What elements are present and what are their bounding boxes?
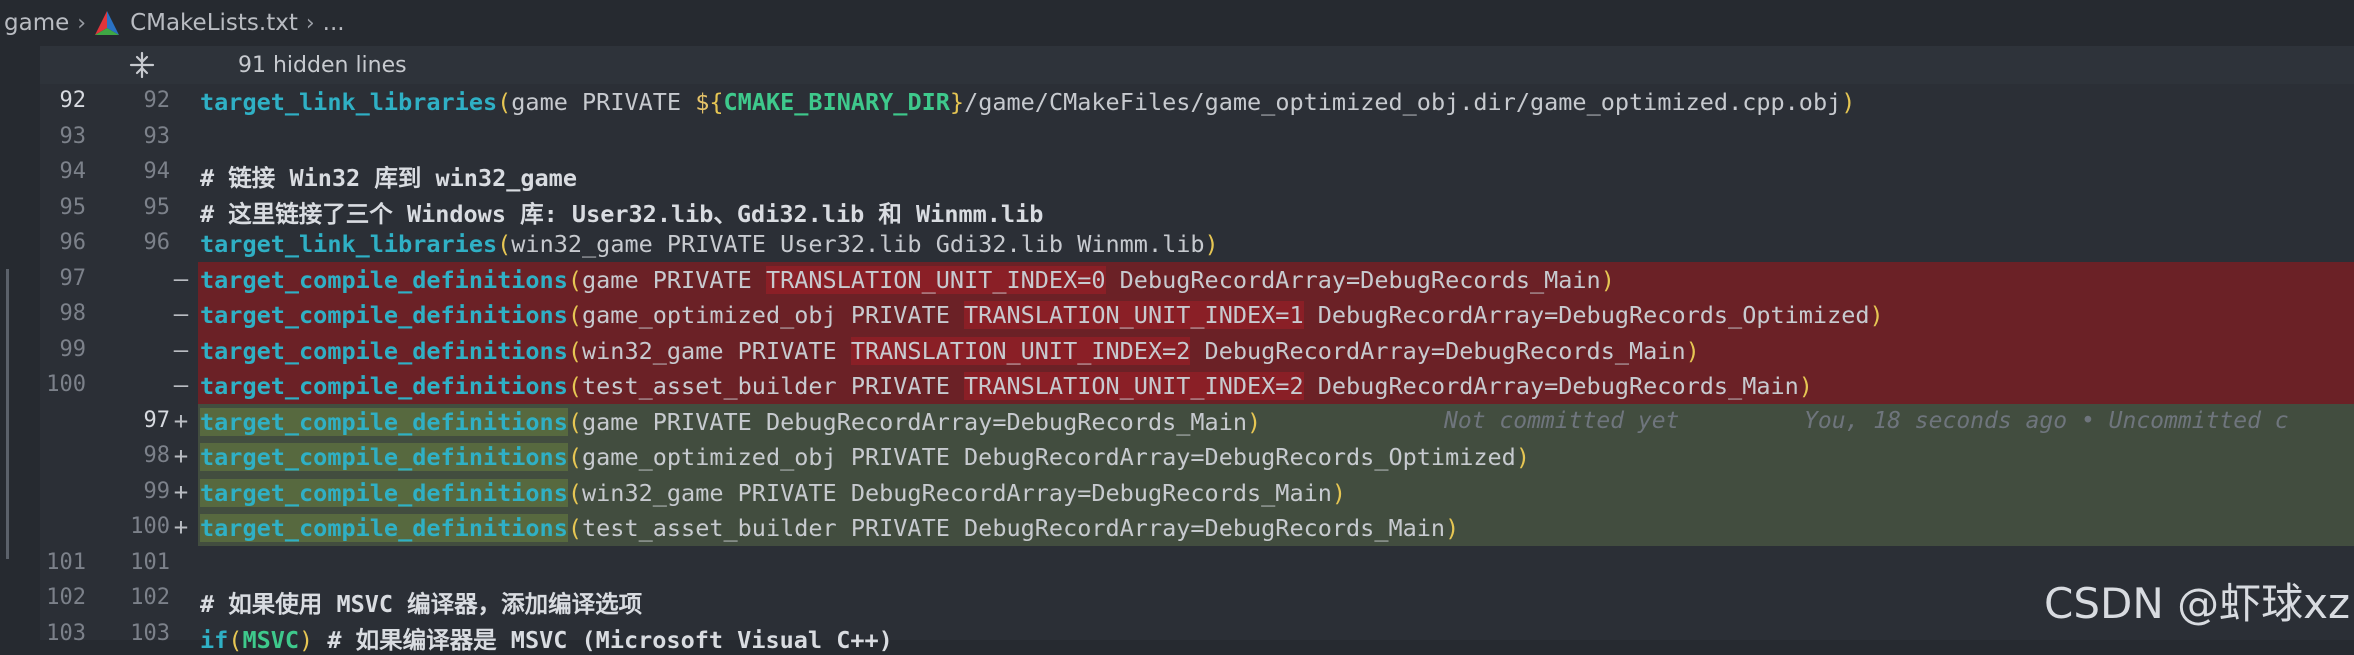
code-text: target_compile_definitions(game_optimize… bbox=[200, 443, 1530, 471]
breadcrumb-file[interactable]: CMakeLists.txt bbox=[130, 10, 298, 36]
minus-marker: — bbox=[173, 300, 189, 328]
code-text: target_compile_definitions(game PRIVATE … bbox=[200, 407, 1262, 436]
old-line-number: 98 bbox=[59, 301, 87, 326]
code-text: target_compile_definitions(game_optimize… bbox=[200, 301, 1884, 329]
added-line: 100 + target_compile_definitions(test_as… bbox=[0, 510, 2354, 546]
old-line-number: 92 bbox=[59, 88, 87, 113]
old-line-number: 103 bbox=[46, 620, 86, 646]
added-line: 98 + target_compile_definitions(game_opt… bbox=[0, 439, 2354, 475]
diff-line: 101 101 bbox=[0, 546, 2354, 582]
code-text: target_compile_definitions(test_asset_bu… bbox=[200, 372, 1813, 400]
code-text: if(MSVC) # 如果编译器是 MSVC (Microsoft Visual… bbox=[200, 625, 893, 654]
breadcrumb-more[interactable]: ... bbox=[323, 10, 345, 36]
diff-line: 94 94 # 链接 Win32 库到 win32_game bbox=[0, 155, 2354, 192]
old-line-number: 93 bbox=[59, 123, 87, 149]
code-text: # 如果使用 MSVC 编译器，添加编译选项 bbox=[200, 590, 643, 618]
old-line-number: 99 bbox=[59, 336, 87, 362]
hidden-lines-label: 91 hidden lines bbox=[238, 53, 407, 78]
new-line-number: 94 bbox=[143, 159, 171, 184]
minus-marker: — bbox=[173, 371, 189, 399]
code-text: target_compile_definitions(win32_game PR… bbox=[200, 336, 1700, 365]
deleted-line: 97 — target_compile_definitions(game PRI… bbox=[0, 261, 2354, 297]
breadcrumb: game › CMakeLists.txt › ... bbox=[0, 0, 2354, 46]
old-line-number: 100 bbox=[46, 372, 86, 397]
hidden-lines-row[interactable]: 91 hidden lines bbox=[40, 46, 2354, 84]
blame-detail[interactable]: You, 18 seconds ago • Uncommitted c bbox=[1804, 408, 2289, 434]
code-text: target_compile_definitions(test_asset_bu… bbox=[200, 514, 1460, 542]
deleted-line: 99 — target_compile_definitions(win32_ga… bbox=[0, 332, 2354, 368]
minus-marker: — bbox=[173, 264, 189, 293]
added-line: 97 + target_compile_definitions(game PRI… bbox=[0, 403, 2354, 439]
cmake-icon bbox=[95, 11, 120, 35]
old-line-number: 102 bbox=[46, 585, 86, 610]
diff-line: 103 103 if(MSVC) # 如果编译器是 MSVC (Microsof… bbox=[0, 617, 2354, 654]
minus-marker: — bbox=[173, 335, 189, 364]
diff-line: 102 102 # 如果使用 MSVC 编译器，添加编译选项 bbox=[0, 581, 2354, 618]
new-line-number: 96 bbox=[143, 230, 171, 255]
diff-line: 96 96 target_link_libraries(win32_game P… bbox=[0, 226, 2354, 262]
new-line-number: 101 bbox=[130, 549, 170, 575]
plus-marker: + bbox=[173, 477, 189, 506]
diff-line: 93 93 bbox=[0, 120, 2354, 156]
plus-marker: + bbox=[173, 406, 189, 435]
blame-status: Not committed yet bbox=[1444, 407, 1680, 434]
code-text: target_compile_definitions(game PRIVATE … bbox=[200, 265, 1615, 294]
code-text: # 链接 Win32 库到 win32_game bbox=[200, 164, 577, 192]
new-line-number: 97 bbox=[143, 407, 171, 433]
diff-editor[interactable]: 91 hidden lines 92 92 target_link_librar… bbox=[0, 46, 2354, 654]
chevron-right-icon: › bbox=[305, 10, 315, 36]
new-line-number: 103 bbox=[130, 620, 170, 646]
old-line-number: 94 bbox=[59, 159, 87, 184]
new-line-number: 99 bbox=[143, 478, 171, 504]
diff-line: 92 92 target_link_libraries(game PRIVATE… bbox=[0, 84, 2354, 120]
new-line-number: 92 bbox=[143, 88, 171, 113]
new-line-number: 102 bbox=[130, 585, 170, 610]
watermark: CSDN @虾球xz bbox=[2044, 579, 2350, 628]
code-text: target_link_libraries(game PRIVATE ${CMA… bbox=[200, 88, 1856, 116]
new-line-number: 93 bbox=[143, 123, 171, 149]
old-line-number: 95 bbox=[59, 194, 87, 220]
new-line-number: 100 bbox=[130, 514, 170, 539]
plus-marker: + bbox=[173, 513, 189, 541]
added-line: 99 + target_compile_definitions(win32_ga… bbox=[0, 474, 2354, 510]
deleted-line: 98 — target_compile_definitions(game_opt… bbox=[0, 297, 2354, 333]
breadcrumb-folder[interactable]: game bbox=[4, 10, 69, 36]
chevron-right-icon: › bbox=[77, 10, 87, 36]
unfold-icon[interactable] bbox=[128, 51, 156, 79]
old-line-number: 101 bbox=[46, 549, 86, 575]
old-line-number: 96 bbox=[59, 230, 87, 255]
old-line-number: 97 bbox=[59, 265, 87, 291]
deleted-line: 100 — target_compile_definitions(test_as… bbox=[0, 368, 2354, 404]
code-text: target_compile_definitions(win32_game PR… bbox=[200, 478, 1347, 507]
new-line-number: 95 bbox=[143, 194, 171, 220]
code-text: target_link_libraries(win32_game PRIVATE… bbox=[200, 230, 1219, 258]
new-line-number: 98 bbox=[143, 443, 171, 468]
diff-line: 95 95 # 这里链接了三个 Windows 库: User32.lib、Gd… bbox=[0, 191, 2354, 228]
code-text: # 这里链接了三个 Windows 库: User32.lib、Gdi32.li… bbox=[200, 199, 1044, 228]
plus-marker: + bbox=[173, 442, 189, 470]
